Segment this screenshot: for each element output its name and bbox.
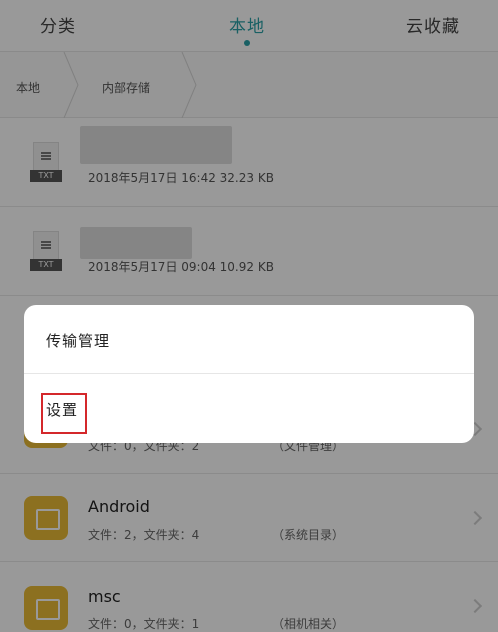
menu-item-settings[interactable]: 设置 [24, 374, 474, 443]
highlight-box [41, 393, 87, 434]
menu-item-label: 传输管理 [46, 332, 111, 350]
menu-item-transfer-management[interactable]: 传输管理 [24, 305, 474, 374]
options-menu-dialog: 传输管理 设置 [24, 305, 474, 443]
